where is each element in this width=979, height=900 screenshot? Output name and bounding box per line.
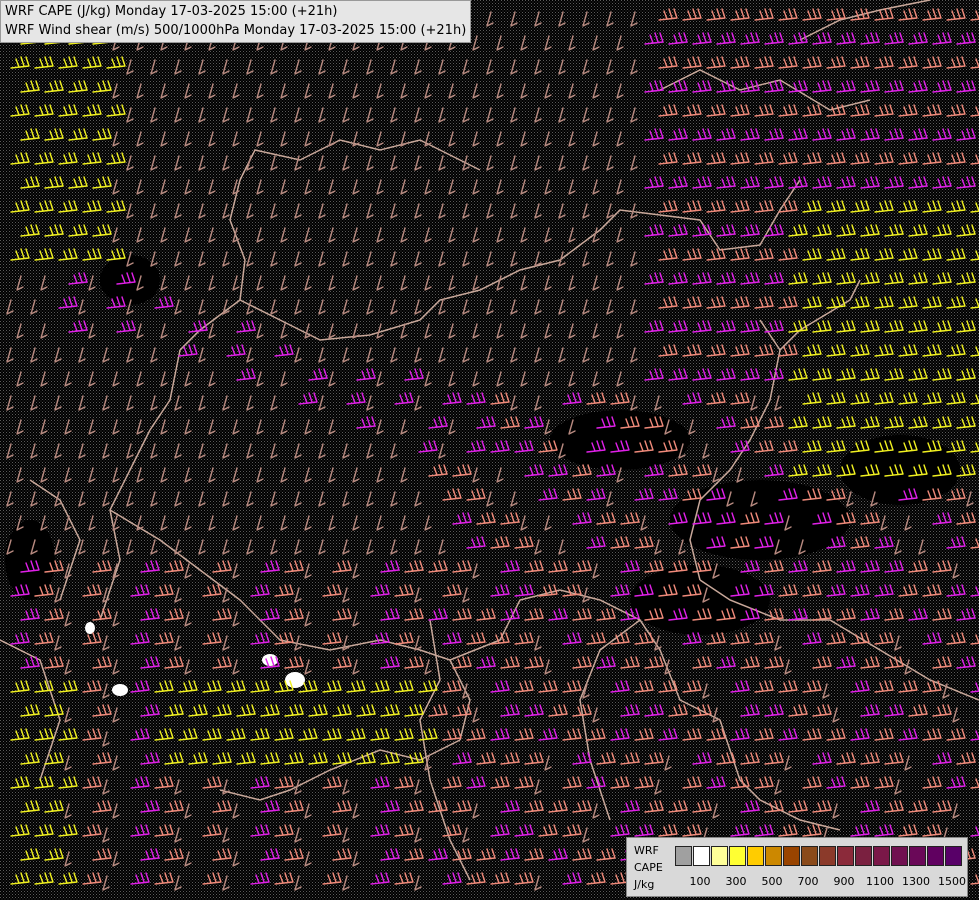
legend-swatch xyxy=(783,846,800,866)
cape-windshear-map xyxy=(0,0,979,900)
map-background xyxy=(0,0,979,900)
legend-label-units: J/kg xyxy=(634,878,655,891)
legend-swatch xyxy=(801,846,818,866)
legend-tick: 900 xyxy=(833,875,855,888)
legend-swatch xyxy=(729,846,746,866)
legend-label-wrf: WRF xyxy=(634,844,659,857)
legend-swatch xyxy=(675,846,692,866)
cape-legend: WRF CAPE J/kg 100 300 500 700 900 1100 1… xyxy=(626,837,968,897)
map-title-box: WRF CAPE (J/kg) Monday 17-03-2025 15:00 … xyxy=(0,0,472,43)
legend-tick: 100 xyxy=(689,875,711,888)
legend-tick: 300 xyxy=(725,875,747,888)
legend-swatch xyxy=(945,846,962,866)
legend-tick: 500 xyxy=(761,875,783,888)
cape-title: WRF CAPE (J/kg) Monday 17-03-2025 15:00 … xyxy=(5,4,338,19)
legend-label-cape: CAPE xyxy=(634,861,663,874)
windshear-title: WRF Wind shear (m/s) 500/1000hPa Monday … xyxy=(5,23,467,38)
legend-swatches xyxy=(675,846,963,866)
legend-swatch xyxy=(747,846,764,866)
legend-swatch xyxy=(891,846,908,866)
legend-swatch xyxy=(927,846,944,866)
legend-tick: 700 xyxy=(797,875,819,888)
legend-tick: 1500 xyxy=(938,875,966,888)
legend-tick: 1100 xyxy=(866,875,894,888)
legend-swatch xyxy=(837,846,854,866)
legend-ticks: 100 300 500 700 900 1100 1300 1500 xyxy=(675,875,967,889)
legend-swatch xyxy=(909,846,926,866)
legend-swatch xyxy=(711,846,728,866)
legend-tick: 1300 xyxy=(902,875,930,888)
legend-swatch xyxy=(693,846,710,866)
legend-swatch xyxy=(873,846,890,866)
legend-swatch xyxy=(819,846,836,866)
legend-swatch xyxy=(765,846,782,866)
legend-swatch xyxy=(855,846,872,866)
